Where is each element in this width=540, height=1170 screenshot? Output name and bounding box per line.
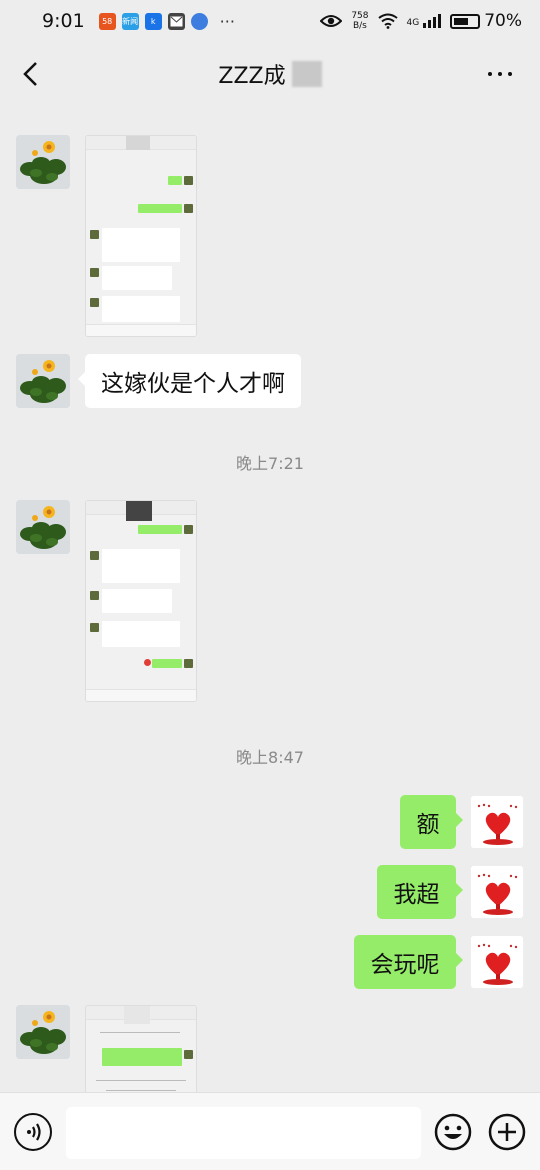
- message-row-received: [16, 354, 70, 408]
- contact-name: ZZZ成: [218, 64, 286, 89]
- chat-title: ZZZ成: [218, 58, 322, 90]
- more-dot-icon: [508, 72, 512, 76]
- wifi-icon: [377, 13, 398, 29]
- heart-avatar-image: [471, 936, 523, 988]
- my-avatar[interactable]: [470, 935, 524, 989]
- emoji-button[interactable]: [434, 1113, 472, 1151]
- screenshot-image-message[interactable]: [85, 1005, 197, 1092]
- message-input[interactable]: [66, 1107, 421, 1159]
- chat-header: ZZZ成: [0, 42, 540, 106]
- chat-message-list[interactable]: 这嫁伙是个人才啊 晚上7:21 晚上8:47 额 我超 会玩呢: [0, 106, 540, 1092]
- contact-avatar[interactable]: [16, 354, 70, 408]
- message-row-received: [16, 500, 70, 554]
- emoji-icon: [434, 1113, 472, 1151]
- message-text: 我超: [393, 882, 440, 908]
- k-app-icon: k: [144, 12, 162, 30]
- message-text: 这嫁伙是个人才啊: [101, 371, 285, 397]
- screenshot-image-message[interactable]: [85, 500, 197, 702]
- heart-avatar-image: [471, 866, 523, 918]
- heart-avatar-image: [471, 796, 523, 848]
- my-avatar[interactable]: [470, 865, 524, 919]
- status-time: 9:01: [42, 10, 85, 32]
- signal-icon: 4G: [407, 14, 442, 28]
- 58-app-icon: 58: [98, 12, 116, 30]
- chevron-left-icon: [23, 62, 37, 86]
- mail-app-icon: [167, 12, 185, 30]
- message-text: 会玩呢: [370, 952, 440, 978]
- sent-text-bubble[interactable]: 额: [400, 795, 463, 849]
- message-row-sent: [470, 865, 524, 919]
- back-button[interactable]: [16, 58, 48, 90]
- news-app-icon: 新闻: [121, 12, 139, 30]
- browser-app-icon: [190, 12, 208, 30]
- message-row-sent: [470, 935, 524, 989]
- contact-avatar[interactable]: [16, 1005, 70, 1059]
- message-text: 额: [416, 812, 440, 838]
- redacted-name-blur: [291, 61, 322, 87]
- overflow-dots: ···: [219, 11, 235, 31]
- flower-avatar-image: [16, 135, 70, 189]
- message-row-received: [16, 1005, 70, 1059]
- battery-percent: 70%: [484, 11, 522, 31]
- voice-input-button[interactable]: [14, 1113, 52, 1151]
- notification-app-icons: 58 新闻 k ···: [98, 11, 235, 31]
- voice-icon: [27, 1123, 41, 1141]
- battery-indicator: 70%: [450, 11, 522, 31]
- battery-icon: [450, 13, 481, 29]
- sent-text-bubble[interactable]: 会玩呢: [354, 935, 463, 989]
- flower-avatar-image: [16, 1005, 70, 1059]
- contact-avatar[interactable]: [16, 135, 70, 189]
- status-bar: 9:01 58 新闻 k ··· 758 B/s 4G 70%: [0, 0, 540, 42]
- net-speed: 758 B/s: [351, 11, 369, 31]
- timestamp: 晚上8:47: [236, 748, 304, 767]
- flower-avatar-image: [16, 354, 70, 408]
- screenshot-image-message[interactable]: [85, 135, 197, 337]
- eye-icon: [320, 15, 343, 27]
- received-text-bubble[interactable]: 这嫁伙是个人才啊: [78, 354, 301, 408]
- more-dot-icon: [488, 72, 492, 76]
- contact-avatar[interactable]: [16, 500, 70, 554]
- my-avatar[interactable]: [470, 795, 524, 849]
- timestamp: 晚上7:21: [236, 454, 304, 473]
- plus-icon: [488, 1113, 526, 1151]
- flower-avatar-image: [16, 500, 70, 554]
- more-options-button[interactable]: [488, 64, 518, 84]
- sent-text-bubble[interactable]: 我超: [377, 865, 463, 919]
- more-dot-icon: [498, 72, 502, 76]
- more-functions-button[interactable]: [488, 1113, 526, 1151]
- message-row-sent: [470, 795, 524, 849]
- message-input-bar: [0, 1092, 540, 1170]
- message-row-received: [16, 135, 70, 189]
